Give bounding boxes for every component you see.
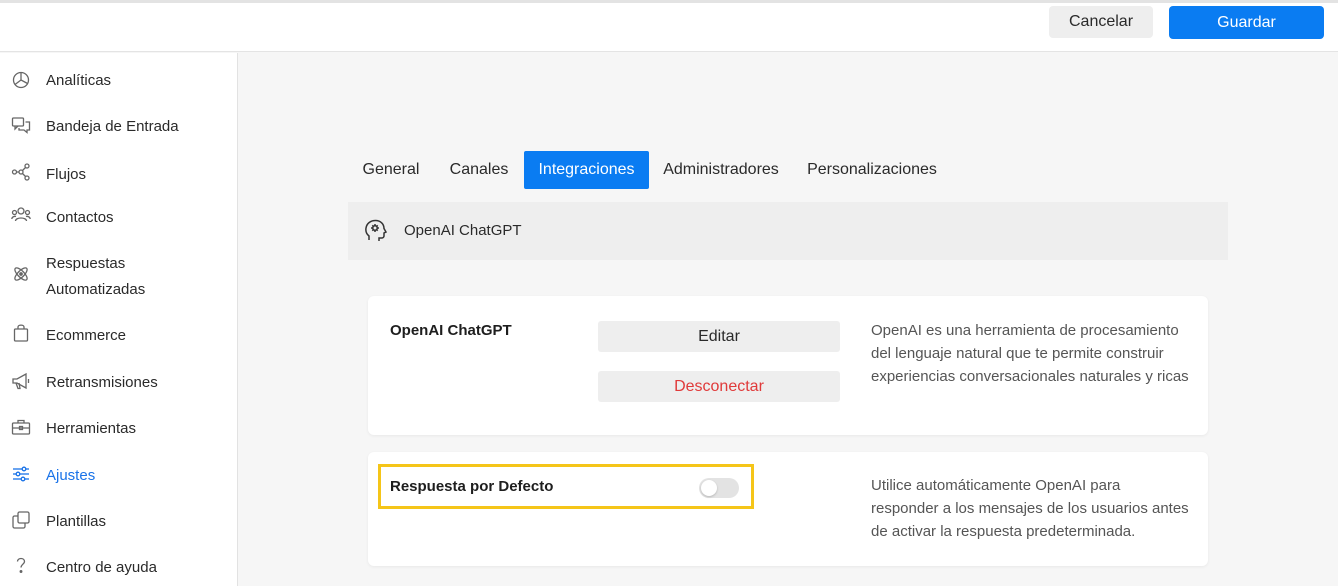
tab-canales[interactable]: Canales xyxy=(438,151,520,189)
toolbox-icon xyxy=(10,416,32,438)
sidebar-item-ajustes[interactable]: Ajustes xyxy=(0,462,238,492)
sidebar-item-label: Respuestas xyxy=(46,255,126,272)
copy-icon xyxy=(10,509,32,531)
edit-button[interactable]: Editar xyxy=(598,321,840,352)
brain-head-icon xyxy=(365,219,388,241)
pie-chart-icon xyxy=(10,69,32,91)
sidebar: Analíticas Bandeja de Entrada Flujos Con… xyxy=(0,53,238,586)
sidebar-item-flujos[interactable]: Flujos xyxy=(0,160,238,190)
sidebar-item-label: Contactos xyxy=(46,209,114,226)
tab-integraciones[interactable]: Integraciones xyxy=(524,151,649,189)
sidebar-item-label: Flujos xyxy=(46,166,87,183)
highlight-box xyxy=(378,464,754,509)
sidebar-item-ecommerce[interactable]: Ecommerce xyxy=(0,322,238,352)
sidebar-item-centro-ayuda[interactable]: Centro de ayuda xyxy=(0,554,238,584)
top-bar: Cancelar Guardar xyxy=(0,3,1338,52)
toggle-knob xyxy=(701,480,717,496)
tab-general[interactable]: General xyxy=(348,151,434,189)
sidebar-item-label: Analíticas xyxy=(46,72,112,89)
question-icon xyxy=(10,554,32,576)
tab-personalizaciones[interactable]: Personalizaciones xyxy=(795,151,949,189)
shopping-bag-icon xyxy=(10,322,32,344)
flow-nodes-icon xyxy=(10,161,32,183)
chat-bubbles-icon xyxy=(10,114,32,136)
sidebar-item-label: Centro de ayuda xyxy=(46,559,157,576)
openai-card: OpenAI ChatGPT Editar Desconectar OpenAI… xyxy=(368,296,1208,435)
integration-header: OpenAI ChatGPT xyxy=(348,202,1228,260)
cancel-button[interactable]: Cancelar xyxy=(1049,6,1153,38)
sidebar-item-label: Plantillas xyxy=(46,513,107,530)
sidebar-item-label: Herramientas xyxy=(46,420,137,437)
sidebar-item-label-line2: Automatizadas xyxy=(46,281,146,298)
sidebar-item-herramientas[interactable]: Herramientas xyxy=(0,415,238,445)
users-icon xyxy=(10,204,32,226)
sidebar-item-bandeja[interactable]: Bandeja de Entrada xyxy=(0,113,238,143)
card-title: OpenAI ChatGPT xyxy=(390,322,512,339)
sidebar-item-retransmisiones[interactable]: Retransmisiones xyxy=(0,369,238,399)
card-description: OpenAI es una herramienta de procesamien… xyxy=(871,322,1189,385)
sidebar-item-label: Ecommerce xyxy=(46,327,127,344)
sidebar-item-label: Bandeja de Entrada xyxy=(46,118,179,135)
sidebar-item-label: Ajustes xyxy=(46,467,96,484)
default-response-toggle[interactable] xyxy=(699,478,739,498)
sliders-icon xyxy=(10,463,32,485)
disconnect-button[interactable]: Desconectar xyxy=(598,371,840,402)
tab-administradores[interactable]: Administradores xyxy=(654,151,788,189)
sidebar-item-label: Retransmisiones xyxy=(46,374,158,391)
sidebar-item-analiticas[interactable]: Analíticas xyxy=(0,66,238,96)
save-button[interactable]: Guardar xyxy=(1169,6,1324,39)
atom-icon xyxy=(10,263,32,285)
sidebar-item-respuestas[interactable]: Respuestas Automatizadas xyxy=(0,250,238,302)
megaphone-icon xyxy=(10,370,32,392)
card-description: Utilice automáticamente OpenAI para resp… xyxy=(871,477,1189,540)
sidebar-item-plantillas[interactable]: Plantillas xyxy=(0,508,238,538)
sidebar-item-contactos[interactable]: Contactos xyxy=(0,204,238,234)
integration-title: OpenAI ChatGPT xyxy=(404,222,522,239)
